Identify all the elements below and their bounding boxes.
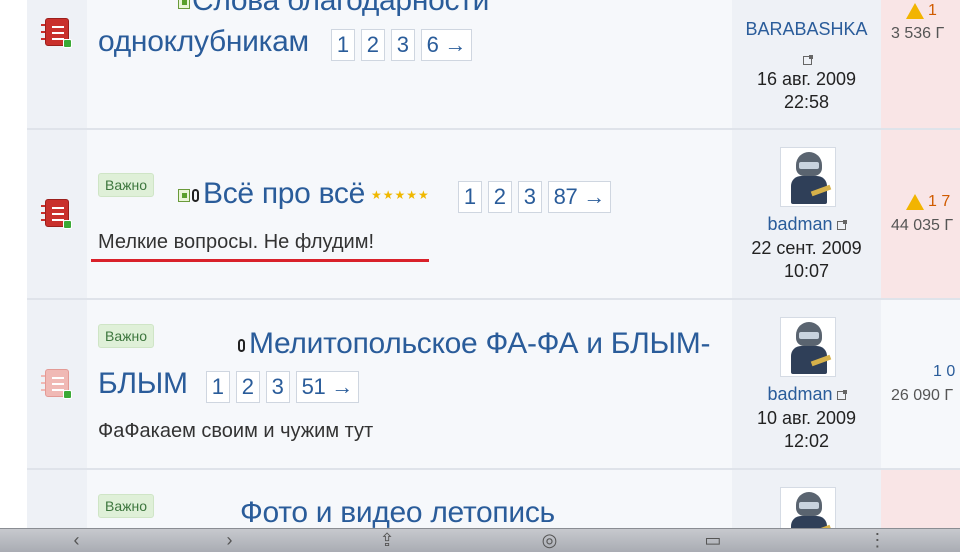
paperclip-icon — [238, 338, 245, 352]
important-badge: Важно — [98, 494, 155, 518]
paperclip-icon — [192, 188, 199, 202]
browser-toolbar: ‹ › ⇪ ◎ ▭ ⋮ — [0, 528, 960, 552]
last-page-link[interactable]: 51 → — [295, 370, 359, 403]
topic-stats-cell: 1 3 536 Г — [881, 0, 960, 128]
warning-icon — [906, 2, 924, 19]
bookmarks-icon[interactable]: ◎ — [542, 530, 558, 551]
topic-pagination: 1236 → — [330, 25, 478, 62]
rating-stars-icon: ★★★★★ — [370, 187, 430, 202]
avatar[interactable] — [780, 147, 836, 207]
topic-status-cell — [27, 300, 87, 468]
topic-title[interactable]: Фото и видео летопись — [240, 496, 555, 529]
last-post-date: 10 авг. 2009 — [756, 408, 856, 428]
forward-icon[interactable]: › — [227, 530, 233, 551]
replies-count: 1 0 — [933, 363, 956, 380]
important-badge: Важно — [98, 173, 155, 197]
warning-icon — [906, 193, 924, 210]
topic-list: Слова благодарности одноклубникам 1236 →… — [0, 0, 960, 552]
last-post-time: 10:07 — [783, 261, 830, 281]
page-link[interactable]: 1 — [330, 28, 355, 61]
views-count: 26 090 Г — [891, 387, 954, 404]
avatar[interactable] — [780, 317, 836, 377]
last-post-cell: badman 10 авг. 2009 12:02 — [732, 300, 881, 468]
highlight-underline — [91, 259, 429, 262]
page-link[interactable]: 2 — [487, 180, 512, 213]
external-link-icon[interactable] — [836, 389, 847, 400]
page-link[interactable]: 3 — [390, 28, 415, 61]
topic-book-icon — [41, 367, 73, 401]
page-link[interactable]: 3 — [265, 370, 290, 403]
topic-title-continued[interactable]: БЛЫМ — [98, 367, 188, 400]
author-link[interactable]: badman — [767, 384, 832, 404]
new-post-icon[interactable] — [178, 188, 190, 202]
last-page-link[interactable]: 87 → — [547, 180, 612, 213]
last-post-time: 12:02 — [783, 431, 830, 451]
topic-row: Важно Мелитопольское ФА-ФА и БЛЫМ- БЛЫМ … — [27, 300, 960, 470]
topic-book-icon — [41, 16, 73, 50]
author-link[interactable]: BARABASHKA — [745, 19, 867, 39]
last-post-time: 22:58 — [783, 92, 830, 112]
topic-pagination: 1 2 3 51 → — [205, 367, 365, 404]
topic-title[interactable]: Слова благодарности — [192, 0, 489, 17]
back-icon[interactable]: ‹ — [74, 530, 80, 551]
topic-row: Важно Всё про всё ★★★★★ 1 2 3 87 → Мелкие во… — [27, 130, 960, 300]
more-icon[interactable]: ⋮ — [868, 530, 886, 551]
page-link[interactable]: 1 — [205, 370, 230, 403]
topic-status-cell — [27, 130, 87, 298]
author-link[interactable]: badman — [767, 214, 832, 234]
topic-title-continued[interactable]: одноклубникам — [98, 25, 309, 58]
last-post-cell: badman 22 сент. 2009 10:07 — [732, 130, 881, 298]
topic-pagination: 1 2 3 87 → — [457, 177, 617, 214]
page-link[interactable]: 1 — [457, 180, 482, 213]
page-link[interactable]: 2 — [235, 370, 260, 403]
last-page-link[interactable]: 6 → — [420, 28, 473, 61]
topic-book-icon — [41, 197, 73, 231]
external-link-icon[interactable] — [836, 219, 847, 230]
last-post-date: 16 авг. 2009 — [756, 69, 856, 89]
topic-stats-cell: 1 0 26 090 Г — [881, 300, 960, 468]
replies-count: 1 7 — [928, 193, 951, 210]
topic-main-cell: Слова благодарности одноклубникам 1236 → — [87, 0, 732, 128]
views-count: 3 536 Г — [891, 25, 945, 42]
new-post-icon[interactable] — [178, 0, 190, 9]
last-post-date: 22 сент. 2009 — [751, 238, 862, 258]
topic-main-cell: Важно Всё про всё ★★★★★ 1 2 3 87 → Мелкие во… — [87, 130, 732, 298]
topic-row: Слова благодарности одноклубникам 1236 →… — [27, 0, 960, 130]
page-link[interactable]: 3 — [517, 180, 542, 213]
share-icon[interactable]: ⇪ — [380, 530, 395, 551]
topic-description: ФаФакаем своим и чужим тут — [98, 420, 374, 442]
topic-description: Мелкие вопросы. Не флудим! — [98, 231, 374, 253]
topic-title[interactable]: Мелитопольское ФА-ФА и БЛЫМ- — [249, 327, 710, 360]
tabs-icon[interactable]: ▭ — [704, 530, 721, 551]
page-link[interactable]: 2 — [360, 28, 385, 61]
views-count: 44 035 Г — [891, 217, 954, 234]
topic-stats-cell: 1 7 44 035 Г — [881, 130, 960, 298]
important-badge: Важно — [98, 324, 155, 348]
external-link-icon[interactable] — [803, 55, 813, 66]
last-post-cell: BARABASHKA 16 авг. 2009 22:58 — [732, 0, 881, 128]
topic-status-cell — [27, 0, 87, 128]
topic-title[interactable]: Всё про всё — [203, 177, 365, 210]
topic-main-cell: Важно Мелитопольское ФА-ФА и БЛЫМ- БЛЫМ … — [87, 300, 732, 468]
replies-count: 1 — [928, 2, 937, 19]
